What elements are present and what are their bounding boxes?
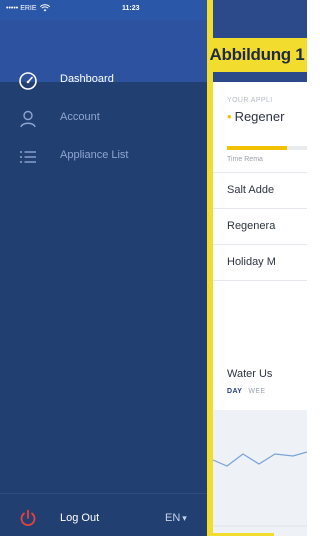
language-selector[interactable]: EN ▾ xyxy=(165,512,187,524)
menu-item-label: Dashboard xyxy=(60,73,114,85)
power-icon xyxy=(20,509,36,527)
logout-label: Log Out xyxy=(60,512,100,524)
logout-button[interactable]: Log Out xyxy=(0,500,150,536)
status-card[interactable]: YOUR APPLI • Regener xyxy=(227,97,307,143)
wifi-icon xyxy=(40,4,50,12)
status-bar: ••••• ERIE 11:23 xyxy=(0,0,207,20)
water-usage-title: Water Us xyxy=(227,368,273,380)
language-label: EN xyxy=(165,512,181,524)
list-icon xyxy=(20,151,36,163)
clock: 11:23 xyxy=(122,5,140,12)
list-row-regeneration[interactable]: Regenera xyxy=(213,208,307,245)
drawer-divider xyxy=(0,493,207,494)
row-label: Holiday M xyxy=(227,256,276,268)
figure-label: Abbildung 1 xyxy=(207,38,307,72)
background-app-panel: Abbildung 1 YOUR APPLI • Regener Time Rem… xyxy=(207,0,307,536)
gauge-icon xyxy=(19,72,37,90)
tab-day[interactable]: DAY xyxy=(227,388,242,395)
menu-item-account[interactable]: Account xyxy=(0,100,207,138)
menu-item-label: Account xyxy=(60,111,100,123)
tab-week[interactable]: WEE xyxy=(248,388,265,395)
chart-background xyxy=(213,410,307,536)
list-row-holiday[interactable]: Holiday M xyxy=(213,244,307,281)
menu-item-appliance-list[interactable]: Appliance List xyxy=(0,138,207,176)
list-row-salt[interactable]: Salt Adde xyxy=(213,172,307,209)
water-usage-chart xyxy=(213,410,307,536)
card-caption: YOUR APPLI xyxy=(227,97,273,104)
water-usage-tabs: DAY WEE xyxy=(227,388,266,395)
nav-drawer: ••••• ERIE 11:23 Dashboard Account Appli… xyxy=(0,0,207,536)
carrier-label: ••••• ERIE xyxy=(6,5,37,12)
user-icon xyxy=(20,110,36,128)
row-label: Salt Adde xyxy=(227,184,275,196)
progress-bar xyxy=(227,146,307,150)
status-dot-icon: • xyxy=(227,109,232,124)
menu-item-dashboard[interactable]: Dashboard xyxy=(0,62,207,100)
time-remaining-label: Time Rema xyxy=(227,156,263,163)
chevron-down-icon: ▾ xyxy=(182,513,187,523)
status-text: • Regener xyxy=(227,109,285,124)
progress-fill xyxy=(227,146,287,150)
list-divider xyxy=(213,280,307,317)
row-label: Regenera xyxy=(227,220,276,232)
menu-item-label: Appliance List xyxy=(60,149,129,161)
